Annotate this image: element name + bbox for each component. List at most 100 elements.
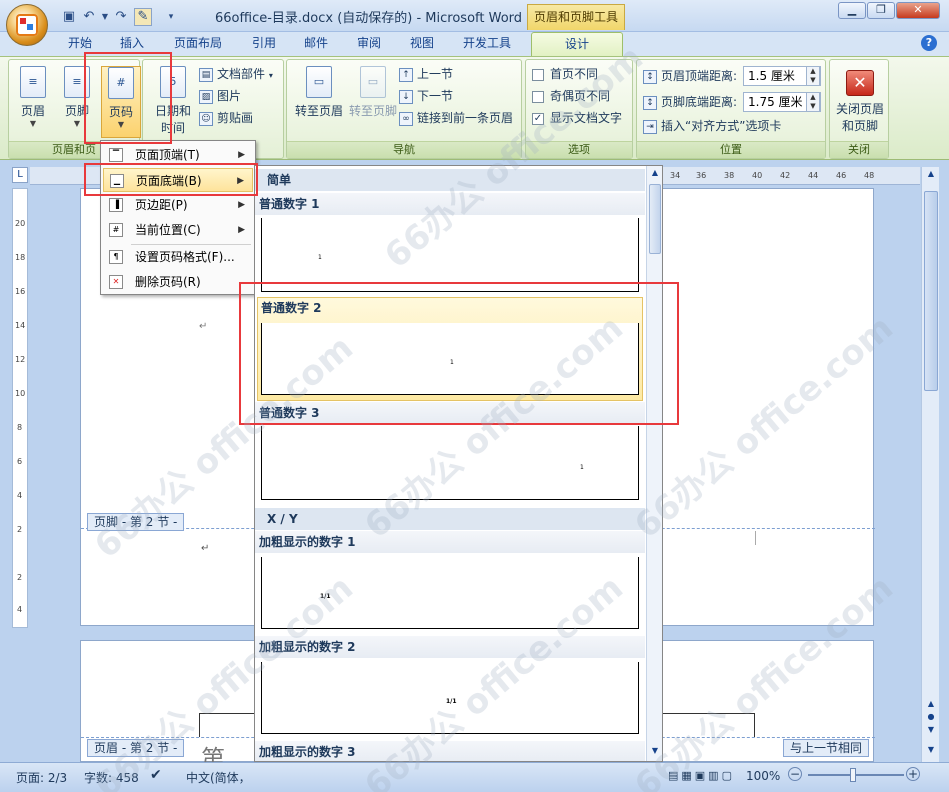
zoom-in-icon[interactable]: + <box>906 767 920 781</box>
group-options: 首页不同 奇偶页不同 ✓ 显示文档文字 选项 <box>525 59 633 159</box>
menu-item-current-position[interactable]: # 当前位置(C) ▶ <box>103 218 253 242</box>
different-first-page-checkbox[interactable]: 首页不同 <box>532 64 598 84</box>
window-title: 66office-目录.docx (自动保存的) - Microsoft Wor… <box>215 11 523 26</box>
menu-item-page-margins[interactable]: ▐ 页边距(P) ▶ <box>103 193 253 217</box>
page-count[interactable]: 页面: 2/3 <box>16 769 67 786</box>
tab-references[interactable]: 引用 <box>244 32 284 56</box>
group-label: 选项 <box>526 141 632 158</box>
scroll-up-icon[interactable]: ▲ <box>648 168 662 177</box>
different-odd-even-checkbox[interactable]: 奇偶页不同 <box>532 86 610 106</box>
language-indicator[interactable]: 中文(简体， <box>186 769 251 786</box>
next-section-icon: ↓ <box>399 89 413 104</box>
clipart-icon: ☺ <box>199 111 213 126</box>
header-distance-icon: ↕ <box>643 69 657 84</box>
page-bottom-icon: ▁ <box>110 174 124 188</box>
redo-icon[interactable]: ↷ <box>112 8 130 26</box>
footer-button[interactable]: ≡ 页脚 ▼ <box>57 66 97 138</box>
tab-developer[interactable]: 开发工具 <box>455 32 519 56</box>
qat-customize-icon[interactable]: ▾ <box>162 8 180 26</box>
spinner-arrows-icon[interactable]: ▲ ▼ <box>806 66 820 86</box>
zoom-out-icon[interactable]: − <box>788 767 802 781</box>
tab-view[interactable]: 视图 <box>402 32 442 56</box>
gallery-item-title: 普通数字 2 <box>261 301 322 315</box>
doc-parts-icon: ▤ <box>199 67 213 82</box>
next-section-button[interactable]: ↓ 下一节 <box>399 86 453 106</box>
scroll-thumb[interactable] <box>649 184 661 254</box>
zoom-slider[interactable] <box>808 774 904 776</box>
restore-button[interactable]: ❐ <box>867 2 895 19</box>
help-icon[interactable]: ? <box>921 35 937 51</box>
current-position-icon: # <box>109 223 123 237</box>
header-icon: ≡ <box>20 66 46 98</box>
scroll-up-icon[interactable]: ▲ <box>924 169 938 183</box>
checkbox-icon <box>532 90 544 103</box>
proofing-icon[interactable]: ✔ <box>150 767 162 783</box>
gallery-section-simple: 简单 <box>255 169 645 191</box>
tab-review[interactable]: 审阅 <box>349 32 389 56</box>
clipart-button[interactable]: ☺ 剪贴画 <box>199 108 253 128</box>
link-to-previous-button[interactable]: ∞ 链接到前一条页眉 <box>399 108 513 128</box>
gallery-item-title: 加粗显示的数字 1 <box>255 531 645 553</box>
menu-item-top-of-page[interactable]: ▔ 页面顶端(T) ▶ <box>103 143 253 167</box>
vertical-ruler[interactable]: 20 18 16 14 12 10 8 6 4 2 2 4 <box>12 188 28 628</box>
word-count[interactable]: 字数: 458 <box>84 769 139 786</box>
view-buttons-icon[interactable]: ▤▦▣▥▢ <box>668 769 735 782</box>
show-document-text-checkbox[interactable]: ✓ 显示文档文字 <box>532 108 622 128</box>
goto-header-button[interactable]: ▭ 转至页眉 <box>291 66 347 138</box>
gallery-item-title: 普通数字 1 <box>255 193 645 215</box>
scroll-down-icon[interactable]: ▼ <box>924 745 938 759</box>
insert-alignment-tab-button[interactable]: ⇥ 插入“对齐方式”选项卡 <box>643 116 781 136</box>
dropdown-arrow-icon: ▼ <box>117 120 125 129</box>
doc-parts-button[interactable]: ▤ 文档部件 ▾ <box>199 64 273 84</box>
remove-icon: ✕ <box>109 275 123 289</box>
group-close: ✕ 关闭页眉 和页脚 关闭 <box>829 59 889 159</box>
close-header-footer-button[interactable]: ✕ 关闭页眉 和页脚 <box>832 70 888 134</box>
scroll-thumb[interactable] <box>924 191 938 391</box>
date-time-button[interactable]: 5 日期和 时间 <box>149 66 197 138</box>
page-number-menu: ▔ 页面顶端(T) ▶ ▁ 页面底端(B) ▶ ▐ 页边距(P) ▶ # 当前位置(C) ▶ ¶… <box>100 140 256 295</box>
gallery-item-bold-number-2[interactable]: 1/1 <box>261 662 639 734</box>
zoom-level[interactable]: 100% <box>746 769 780 783</box>
zoom-slider-thumb[interactable] <box>850 768 856 782</box>
office-button[interactable] <box>6 4 48 46</box>
tab-page-layout[interactable]: 页面布局 <box>166 32 230 56</box>
vertical-scrollbar[interactable]: ▲ ▲ ● ▼ ▼ <box>921 167 939 762</box>
gallery-item-bold-number-1[interactable]: 1/1 <box>261 557 639 629</box>
close-icon: ✕ <box>846 70 874 96</box>
minimize-button[interactable]: ▁ <box>838 2 866 19</box>
submenu-arrow-icon: ▶ <box>238 150 245 160</box>
tab-design[interactable]: 设计 <box>531 32 623 56</box>
menu-item-format-page-numbers[interactable]: ¶ 设置页码格式(F)... <box>103 245 253 269</box>
browse-object-icons[interactable]: ▲ ● ▼ <box>924 697 938 736</box>
header-button[interactable]: ≡ 页眉 ▼ <box>13 66 53 138</box>
menu-item-remove-page-numbers[interactable]: ✕ 删除页码(R) <box>103 270 253 294</box>
save-icon[interactable]: ▣ <box>60 8 78 26</box>
gallery-item-plain-number-1[interactable]: 1 <box>261 218 639 292</box>
picture-icon: ▨ <box>199 89 213 104</box>
group-label: 位置 <box>637 141 825 158</box>
gallery-item-plain-number-3[interactable]: 1 <box>261 426 639 500</box>
prev-section-button[interactable]: ↑ 上一节 <box>399 64 453 84</box>
picture-button[interactable]: ▨ 图片 <box>199 86 241 106</box>
tab-home[interactable]: 开始 <box>60 32 100 56</box>
toolbox-icon[interactable]: ✎ <box>134 8 152 26</box>
page-top-icon: ▔ <box>109 148 123 162</box>
tab-insert[interactable]: 插入 <box>112 32 152 56</box>
footer-section-tag: 页脚 - 第 2 节 - <box>87 513 185 531</box>
dropdown-arrow-icon: ▼ <box>29 119 37 128</box>
office-logo-icon <box>16 14 38 36</box>
footer-icon: ≡ <box>64 66 90 98</box>
gallery-scrollbar[interactable]: ▲ ▼ <box>646 166 662 761</box>
contextual-tab-title: 页眉和页脚工具 <box>527 4 625 30</box>
tab-selector[interactable]: L <box>12 167 28 183</box>
spinner-arrows-icon[interactable]: ▲ ▼ <box>806 92 820 112</box>
menu-item-bottom-of-page[interactable]: ▁ 页面底端(B) ▶ <box>103 168 253 192</box>
close-window-button[interactable]: ✕ <box>896 2 940 19</box>
submenu-arrow-icon: ▶ <box>238 200 245 210</box>
gallery-item-plain-number-2[interactable]: 1 <box>261 323 639 395</box>
goto-footer-button[interactable]: ▭ 转至页脚 <box>345 66 401 138</box>
tab-mailings[interactable]: 邮件 <box>296 32 336 56</box>
group-position: ↕ 页眉顶端距离: 1.5 厘米 ▲ ▼ ↕ 页脚底端距离: 1.75 厘米 ▲ ▼ ⇥… <box>636 59 826 159</box>
page-number-button[interactable]: # 页码 ▼ <box>101 66 141 138</box>
scroll-down-icon[interactable]: ▼ <box>648 746 662 755</box>
